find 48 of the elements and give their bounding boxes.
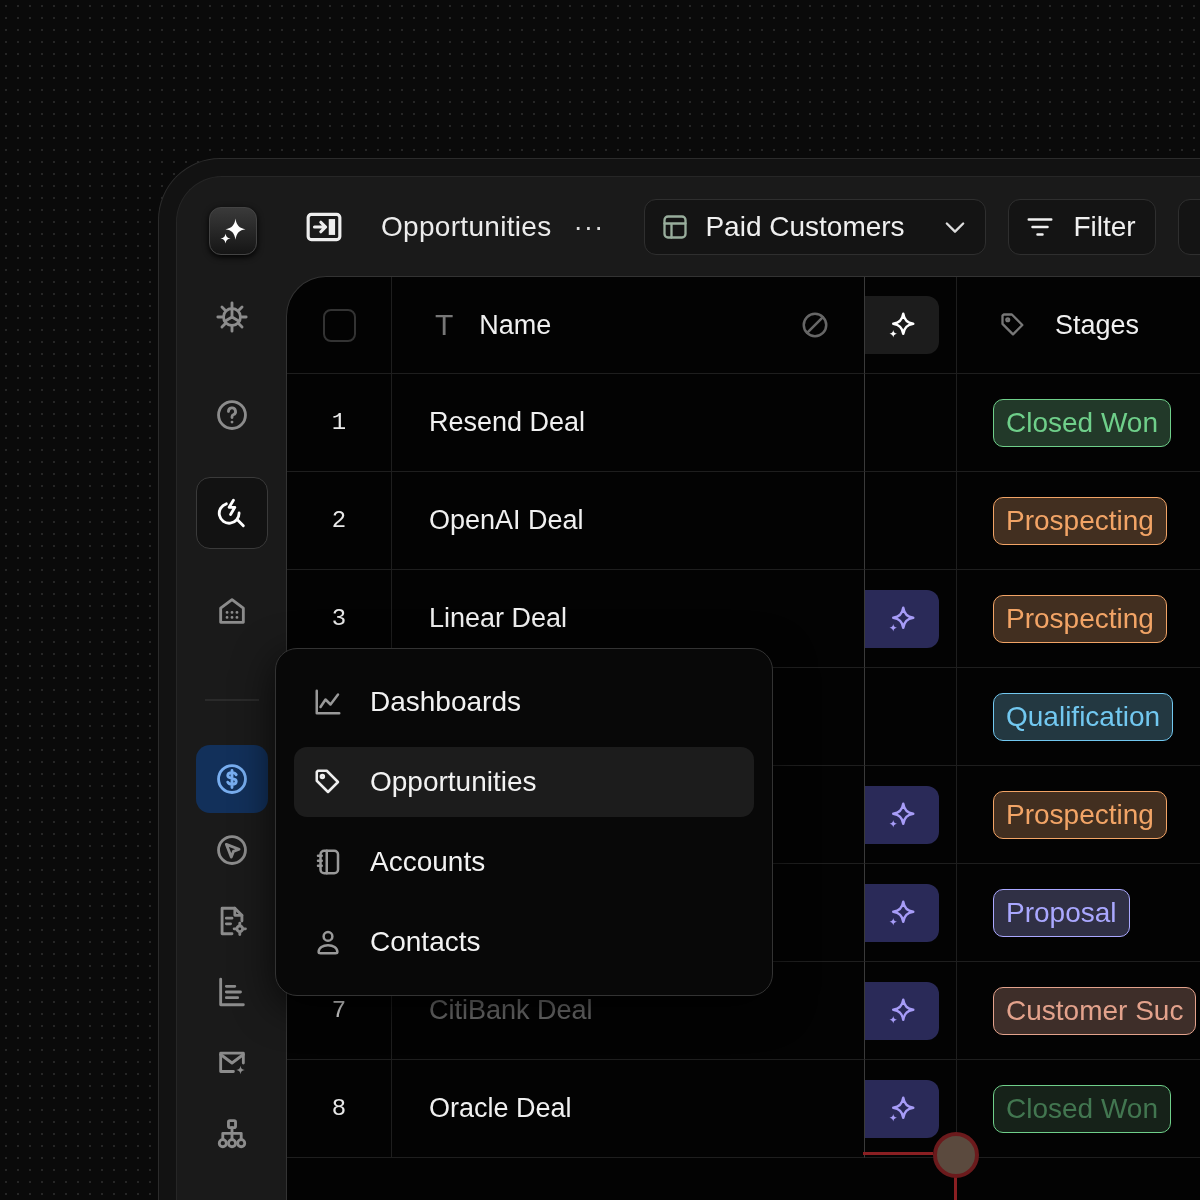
stage-tag: Closed Won [993, 1084, 1171, 1133]
stage-tag: Proposal [993, 888, 1130, 937]
stage-tag: Closed Won [993, 398, 1171, 447]
menu-item[interactable]: Accounts [294, 827, 754, 897]
dollar-icon [214, 762, 249, 796]
select-all-checkbox[interactable] [322, 308, 356, 342]
row-number: 2 [331, 507, 347, 534]
ai-column-button[interactable] [865, 296, 939, 354]
stage-tag: Prospecting [993, 496, 1167, 545]
row-number: 7 [331, 997, 347, 1024]
sidebar-button[interactable] [195, 745, 268, 813]
menu-item[interactable]: Contacts [294, 907, 754, 977]
row-number: 3 [331, 605, 347, 632]
ai-button[interactable] [865, 981, 939, 1040]
selection-line [863, 1152, 933, 1155]
help-icon [214, 398, 249, 432]
selection-line [954, 1177, 957, 1200]
ai-button[interactable] [865, 589, 939, 648]
deal-name[interactable]: Linear Deal [429, 603, 568, 634]
sparkle-icon [887, 310, 917, 340]
column-header[interactable]: Stages [1055, 309, 1140, 341]
sidebar-button[interactable] [195, 477, 268, 549]
text-type-icon: T [435, 308, 454, 342]
view-dropdown[interactable]: Paid Customers [644, 198, 987, 255]
more-button[interactable]: ··· [573, 210, 605, 243]
row-number: 8 [331, 1095, 347, 1122]
stage-tag: Customer Suc [993, 986, 1197, 1035]
table-icon [661, 212, 690, 241]
ai-button[interactable] [865, 883, 939, 942]
stage-tag: Qualification [993, 692, 1174, 741]
gear-icon [214, 300, 249, 334]
filter-button[interactable]: Filter [1008, 198, 1157, 255]
deal-name[interactable]: Oracle Deal [429, 1093, 572, 1124]
deal-name[interactable]: Resend Deal [429, 407, 586, 438]
stage-tag: Prospecting [993, 594, 1167, 643]
menu-item[interactable]: Dashboards [294, 667, 754, 737]
chart-icon [313, 687, 343, 717]
row-number: 1 [331, 409, 347, 436]
deal-name[interactable]: OpenAI Deal [429, 505, 584, 536]
stage-tag: Prospecting [993, 790, 1167, 839]
page-title: Opportunities [381, 210, 552, 243]
ai-button[interactable] [865, 1079, 939, 1138]
hidden-icon [800, 310, 830, 340]
logo-button[interactable] [208, 207, 257, 255]
cursor-icon [214, 833, 249, 867]
column-header[interactable]: Name [479, 309, 552, 341]
ai-button[interactable] [865, 785, 939, 844]
menu-item[interactable]: Opportunities [294, 747, 754, 817]
